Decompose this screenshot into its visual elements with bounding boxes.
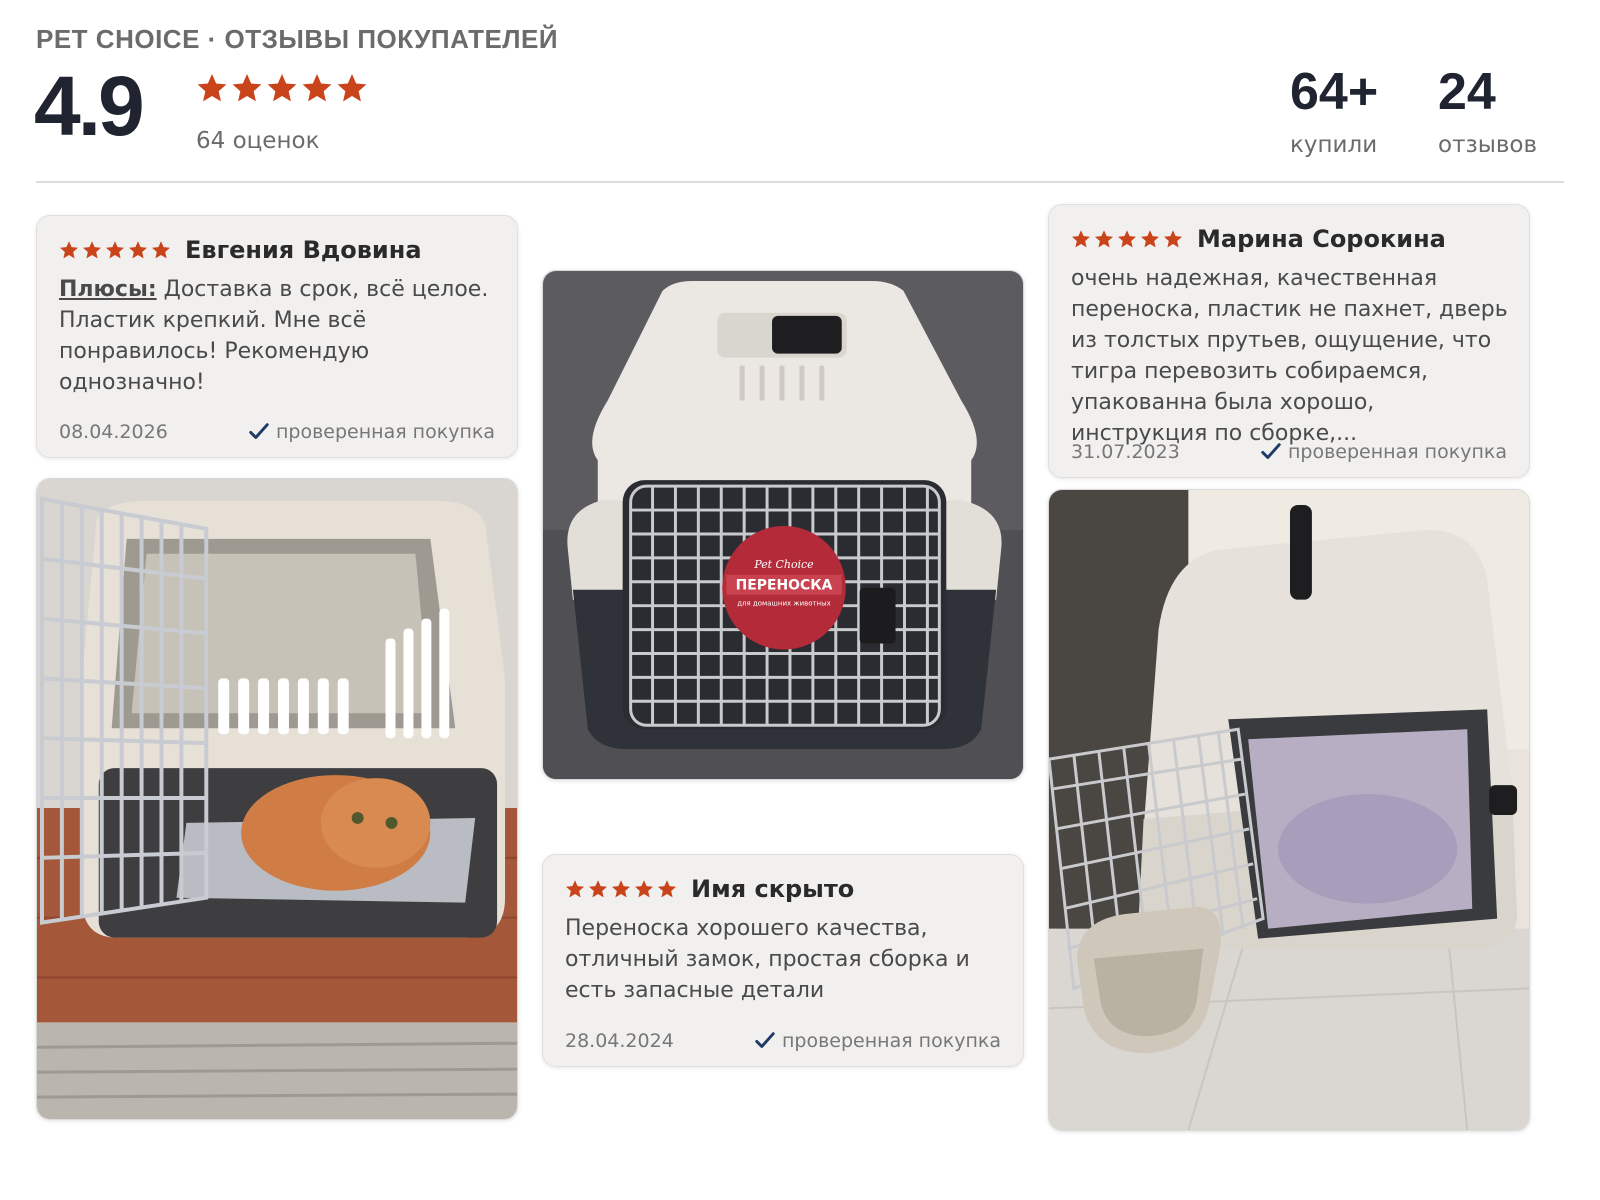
review-author: Имя скрыто (691, 875, 855, 903)
star-icon (152, 241, 170, 259)
review-text: Переноска хорошего качества, отличный за… (565, 916, 970, 1003)
review-author: Евгения Вдовина (185, 236, 422, 264)
review-rating-stars (1071, 229, 1183, 249)
review-author: Марина Сорокина (1197, 225, 1446, 253)
verified-purchase: проверенная покупка (248, 421, 495, 443)
star-icon (1118, 230, 1136, 248)
photo-carrier-with-label: Pet Choice ПЕРЕНОСКА для домашних животн… (543, 271, 1023, 779)
review-photo[interactable] (1048, 489, 1530, 1131)
header-divider (36, 181, 1564, 183)
average-rating-stars (196, 72, 368, 108)
review-date: 31.07.2023 (1071, 441, 1180, 463)
review-header: Евгения Вдовина (59, 236, 422, 264)
review-rating-stars (59, 240, 171, 260)
photo-open-carrier-with-cat (37, 479, 517, 1119)
check-icon (755, 1032, 775, 1048)
review-text: очень надежная, качественная переноска, … (1071, 266, 1508, 446)
label-brand: Pet Choice (753, 558, 813, 571)
star-icon (83, 241, 101, 259)
stat-bought-label: купили (1290, 132, 1378, 158)
pros-label: Плюсы: (59, 277, 157, 302)
review-rating-stars (565, 879, 677, 899)
check-icon (1261, 443, 1281, 459)
check-icon (249, 423, 269, 439)
star-icon (658, 880, 676, 898)
review-date: 08.04.2026 (59, 421, 168, 443)
star-icon (197, 74, 227, 102)
review-date: 28.04.2024 (565, 1030, 674, 1052)
brand-title: PET CHOICE · ОТЗЫВЫ ПОКУПАТЕЛЕЙ (36, 24, 559, 54)
ratings-count: 64 оценок (196, 128, 320, 154)
label-subtitle: для домашних животных (737, 600, 831, 608)
star-icon (337, 74, 367, 102)
review-photo[interactable]: Pet Choice ПЕРЕНОСКА для домашних животн… (542, 270, 1024, 780)
verified-label: проверенная покупка (1287, 441, 1507, 463)
review-card[interactable]: Имя скрыто Переноска хорошего качества, … (542, 854, 1024, 1067)
review-card[interactable]: Марина Сорокина очень надежная, качестве… (1048, 204, 1530, 478)
star-icon (566, 880, 584, 898)
star-icon (1095, 230, 1113, 248)
review-header: Имя скрыто (565, 875, 854, 903)
star-icon (635, 880, 653, 898)
verified-purchase: проверенная покупка (754, 1030, 1001, 1052)
review-header: Марина Сорокина (1071, 225, 1446, 253)
review-text: Плюсы: Доставка в срок, всё целое. Пласт… (59, 274, 499, 398)
star-icon (589, 880, 607, 898)
star-icon (129, 241, 147, 259)
star-icon (106, 241, 124, 259)
stat-reviews: 24 отзывов (1438, 60, 1537, 158)
verified-purchase: проверенная покупка (1260, 441, 1507, 463)
star-icon (612, 880, 630, 898)
star-icon (267, 74, 297, 102)
review-card[interactable]: Евгения Вдовина Плюсы: Доставка в срок, … (36, 215, 518, 458)
stat-bought: 64+ купили (1290, 60, 1378, 158)
verified-label: проверенная покупка (275, 421, 495, 443)
review-photo[interactable] (36, 478, 518, 1120)
star-icon (1164, 230, 1182, 248)
star-icon (232, 74, 262, 102)
star-icon (1141, 230, 1159, 248)
stat-reviews-value: 24 (1438, 63, 1496, 121)
average-score: 4.9 (34, 59, 145, 153)
label-title: ПЕРЕНОСКА (736, 578, 833, 594)
star-icon (302, 74, 332, 102)
verified-label: проверенная покупка (781, 1030, 1001, 1052)
photo-open-carrier-with-bowl (1049, 490, 1529, 1130)
star-icon (1072, 230, 1090, 248)
stat-bought-value: 64+ (1290, 63, 1379, 121)
star-icon (60, 241, 78, 259)
stat-reviews-label: отзывов (1438, 132, 1538, 158)
